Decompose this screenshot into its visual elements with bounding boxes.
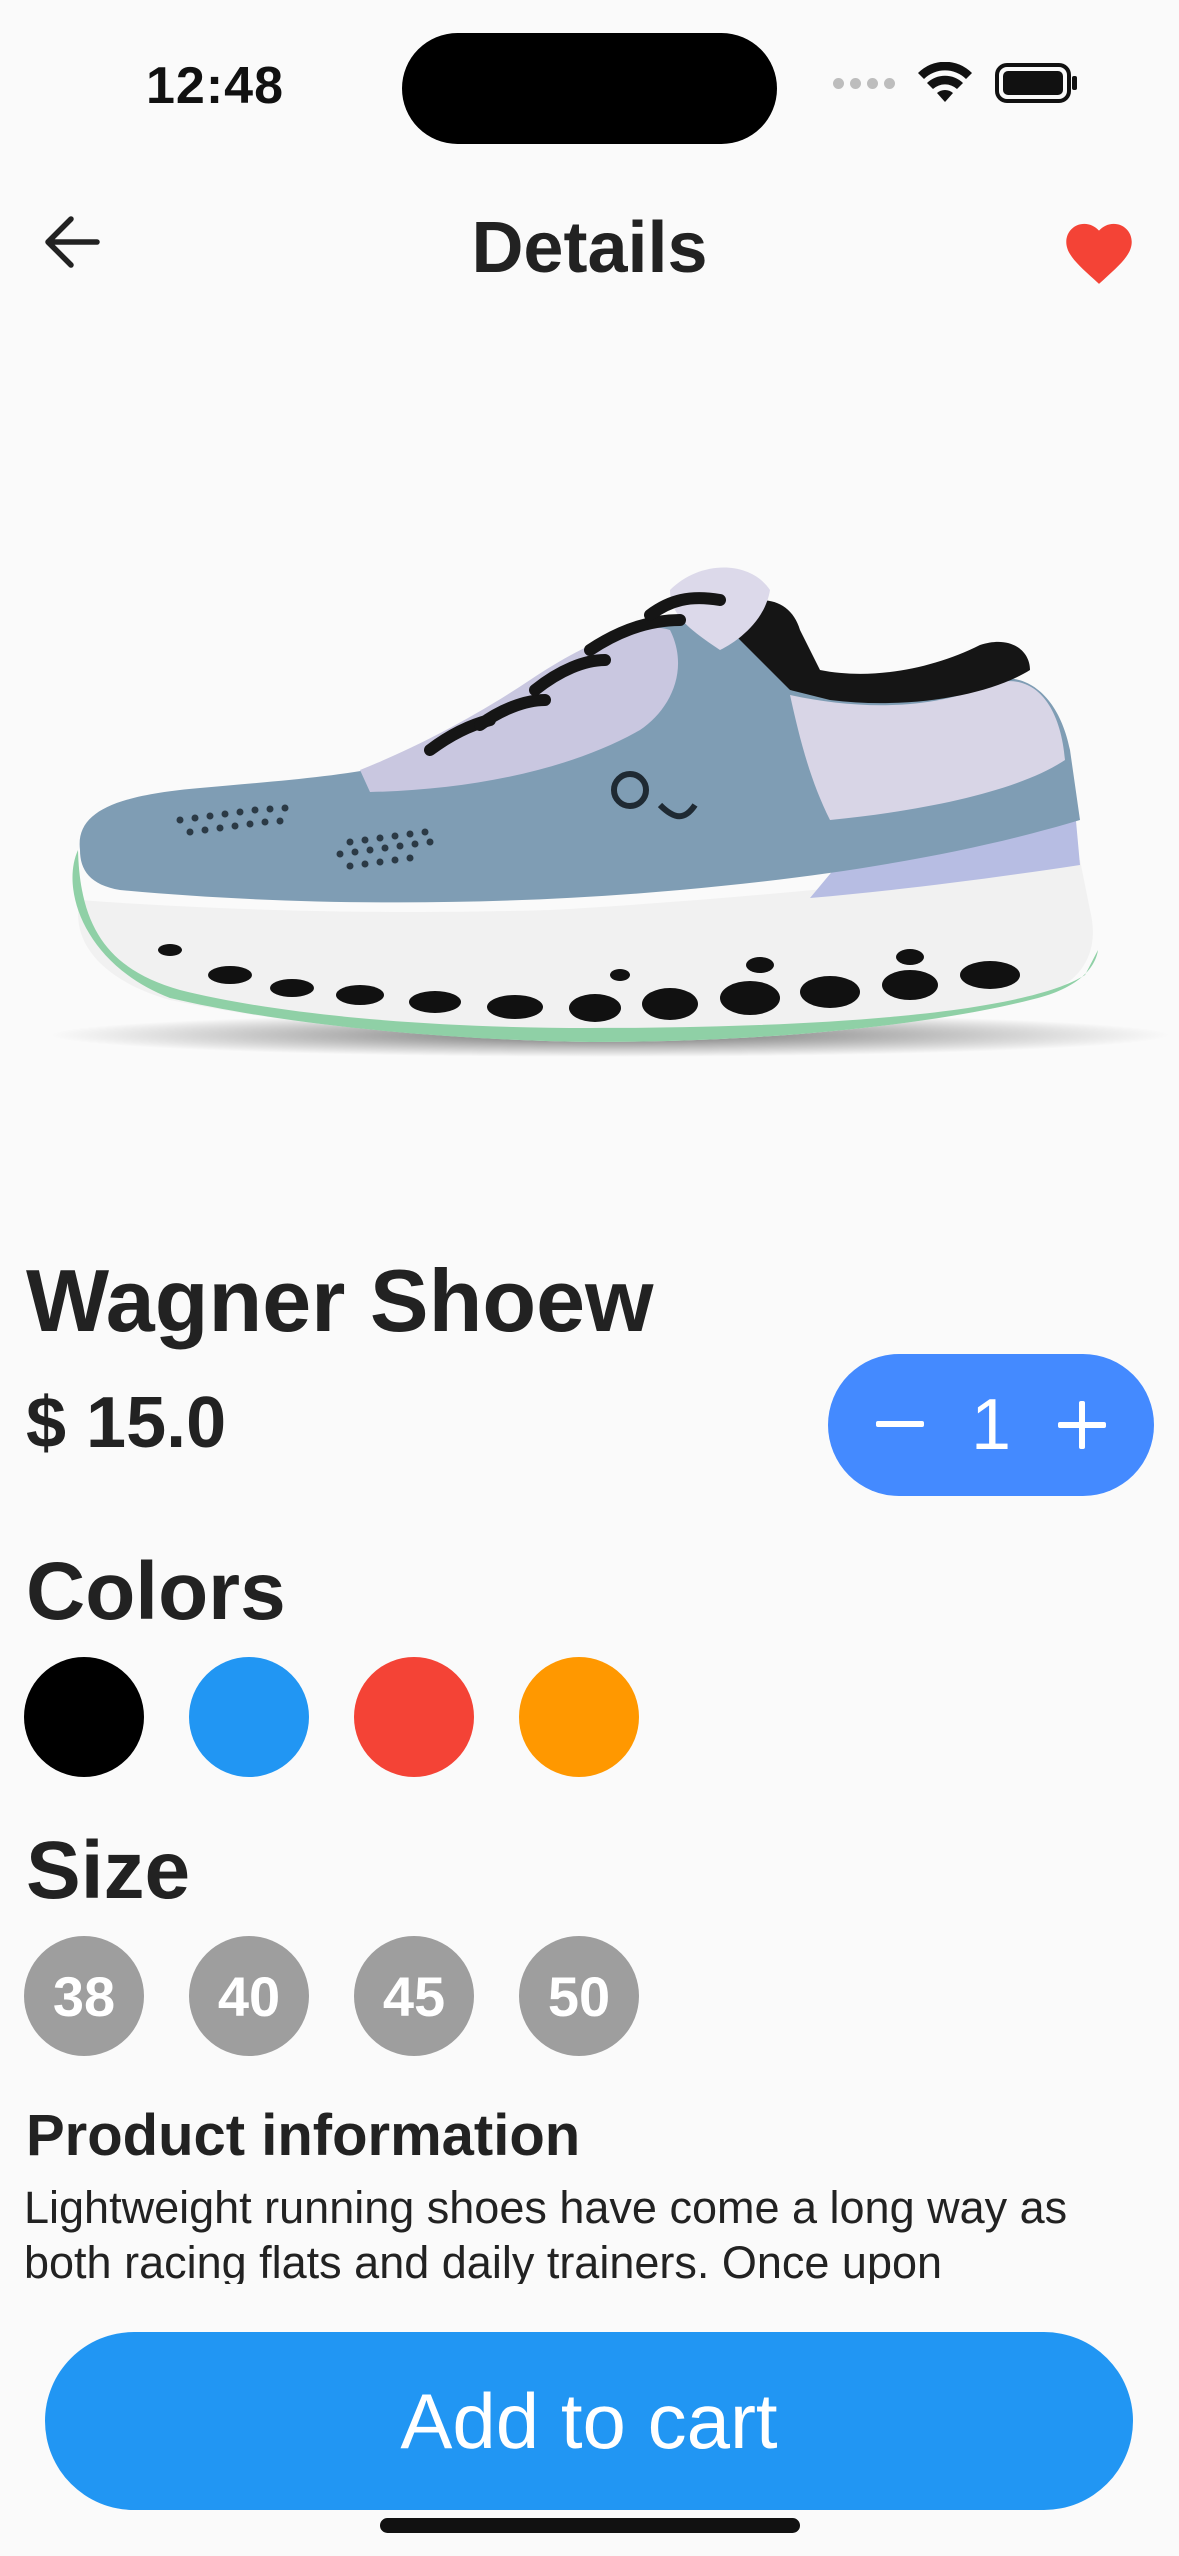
product-info-text: Lightweight running shoes have come a lo…: [24, 2182, 1068, 2284]
colors-heading: Colors: [26, 1546, 286, 1637]
home-indicator[interactable]: [380, 2518, 800, 2533]
color-swatch-orange[interactable]: [519, 1657, 639, 1777]
product-image: [50, 567, 1170, 1057]
color-swatch-blue[interactable]: [189, 1657, 309, 1777]
size-option-40[interactable]: 40: [189, 1936, 309, 2056]
product-info-scroll[interactable]: Lightweight running shoes have come a lo…: [24, 2180, 1164, 2284]
details-screen: 12:48 Details Wagner Shoew $ 15.0 1 Colo…: [0, 0, 1179, 2556]
quantity-stepper: 1: [828, 1354, 1154, 1496]
size-heading: Size: [26, 1825, 191, 1916]
favorite-button[interactable]: [1049, 200, 1149, 300]
heart-icon: [1066, 223, 1132, 284]
status-icons: [833, 62, 1079, 104]
wifi-icon: [918, 62, 972, 102]
size-option-50[interactable]: 50: [519, 1936, 639, 2056]
dynamic-island: [402, 33, 777, 144]
quantity-value: 1: [970, 1385, 1012, 1465]
size-option-38[interactable]: 38: [24, 1936, 144, 2056]
color-swatch-red[interactable]: [354, 1657, 474, 1777]
increment-button[interactable]: [1046, 1389, 1118, 1461]
size-options: 38 40 45 50: [24, 1936, 639, 2056]
color-swatch-black[interactable]: [24, 1657, 144, 1777]
color-swatches: [24, 1657, 639, 1777]
battery-icon: [995, 63, 1077, 103]
product-price: $ 15.0: [26, 1383, 227, 1463]
cellular-signal-icon: [833, 77, 895, 89]
add-to-cart-button[interactable]: Add to cart: [45, 2332, 1133, 2510]
status-time: 12:48: [146, 57, 284, 115]
minus-icon: [876, 1421, 924, 1427]
page-title: Details: [471, 208, 708, 288]
size-option-45[interactable]: 45: [354, 1936, 474, 2056]
product-name: Wagner Shoew: [26, 1251, 654, 1350]
plus-icon: [1057, 1401, 1106, 1449]
product-info-heading: Product information: [26, 2103, 581, 2168]
decrement-button[interactable]: [864, 1389, 936, 1461]
